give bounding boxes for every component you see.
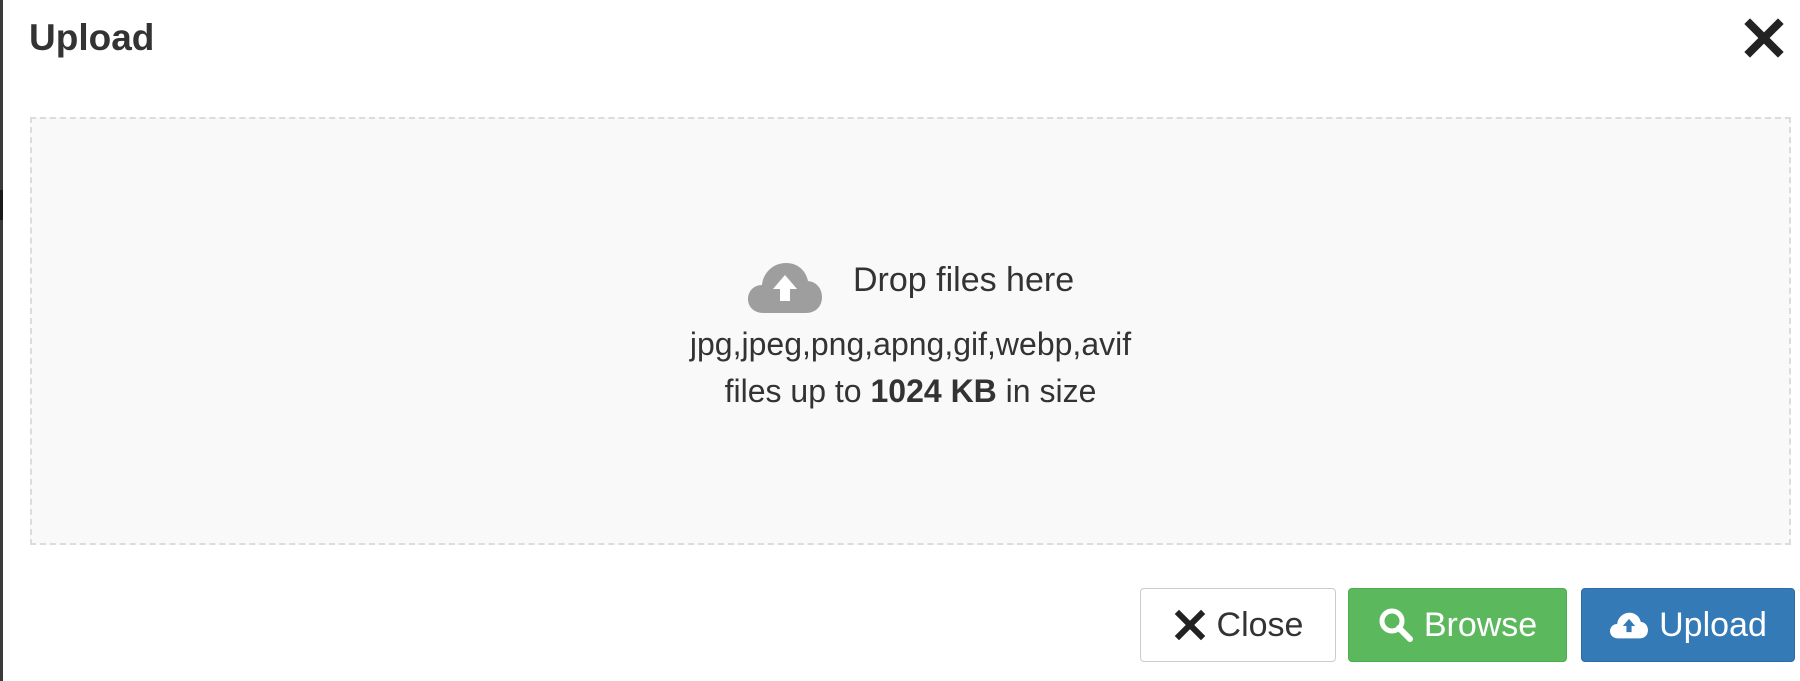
size-suffix: in size [1005,373,1097,409]
upload-button[interactable]: Upload [1581,588,1795,662]
cloud-upload-icon [746,257,824,317]
allowed-file-types: jpg,jpeg,png,apng,gif,webp,avif [689,326,1132,362]
close-button-label: Close [1216,605,1304,644]
close-icon[interactable] [1742,16,1786,60]
browse-button[interactable]: Browse [1348,588,1567,662]
search-icon [1379,608,1413,642]
file-dropzone[interactable]: Drop files here jpg,jpeg,png,apng,gif,we… [30,117,1791,545]
cloud-upload-icon [1610,612,1649,639]
times-icon [1174,609,1205,641]
upload-button-label: Upload [1659,605,1767,644]
size-limit-value: 1024 KB [870,373,997,409]
size-limit-text: files up to 1024 KB in size [32,371,1789,411]
close-button[interactable]: Close [1140,588,1336,662]
browse-button-label: Browse [1423,605,1538,644]
size-prefix: files up to [724,373,862,409]
upload-dialog: Upload Drop files here jpg,jpeg,png,apng… [3,0,1800,681]
modal-title: Upload [29,17,155,58]
dropzone-title: Drop files here [853,261,1075,299]
